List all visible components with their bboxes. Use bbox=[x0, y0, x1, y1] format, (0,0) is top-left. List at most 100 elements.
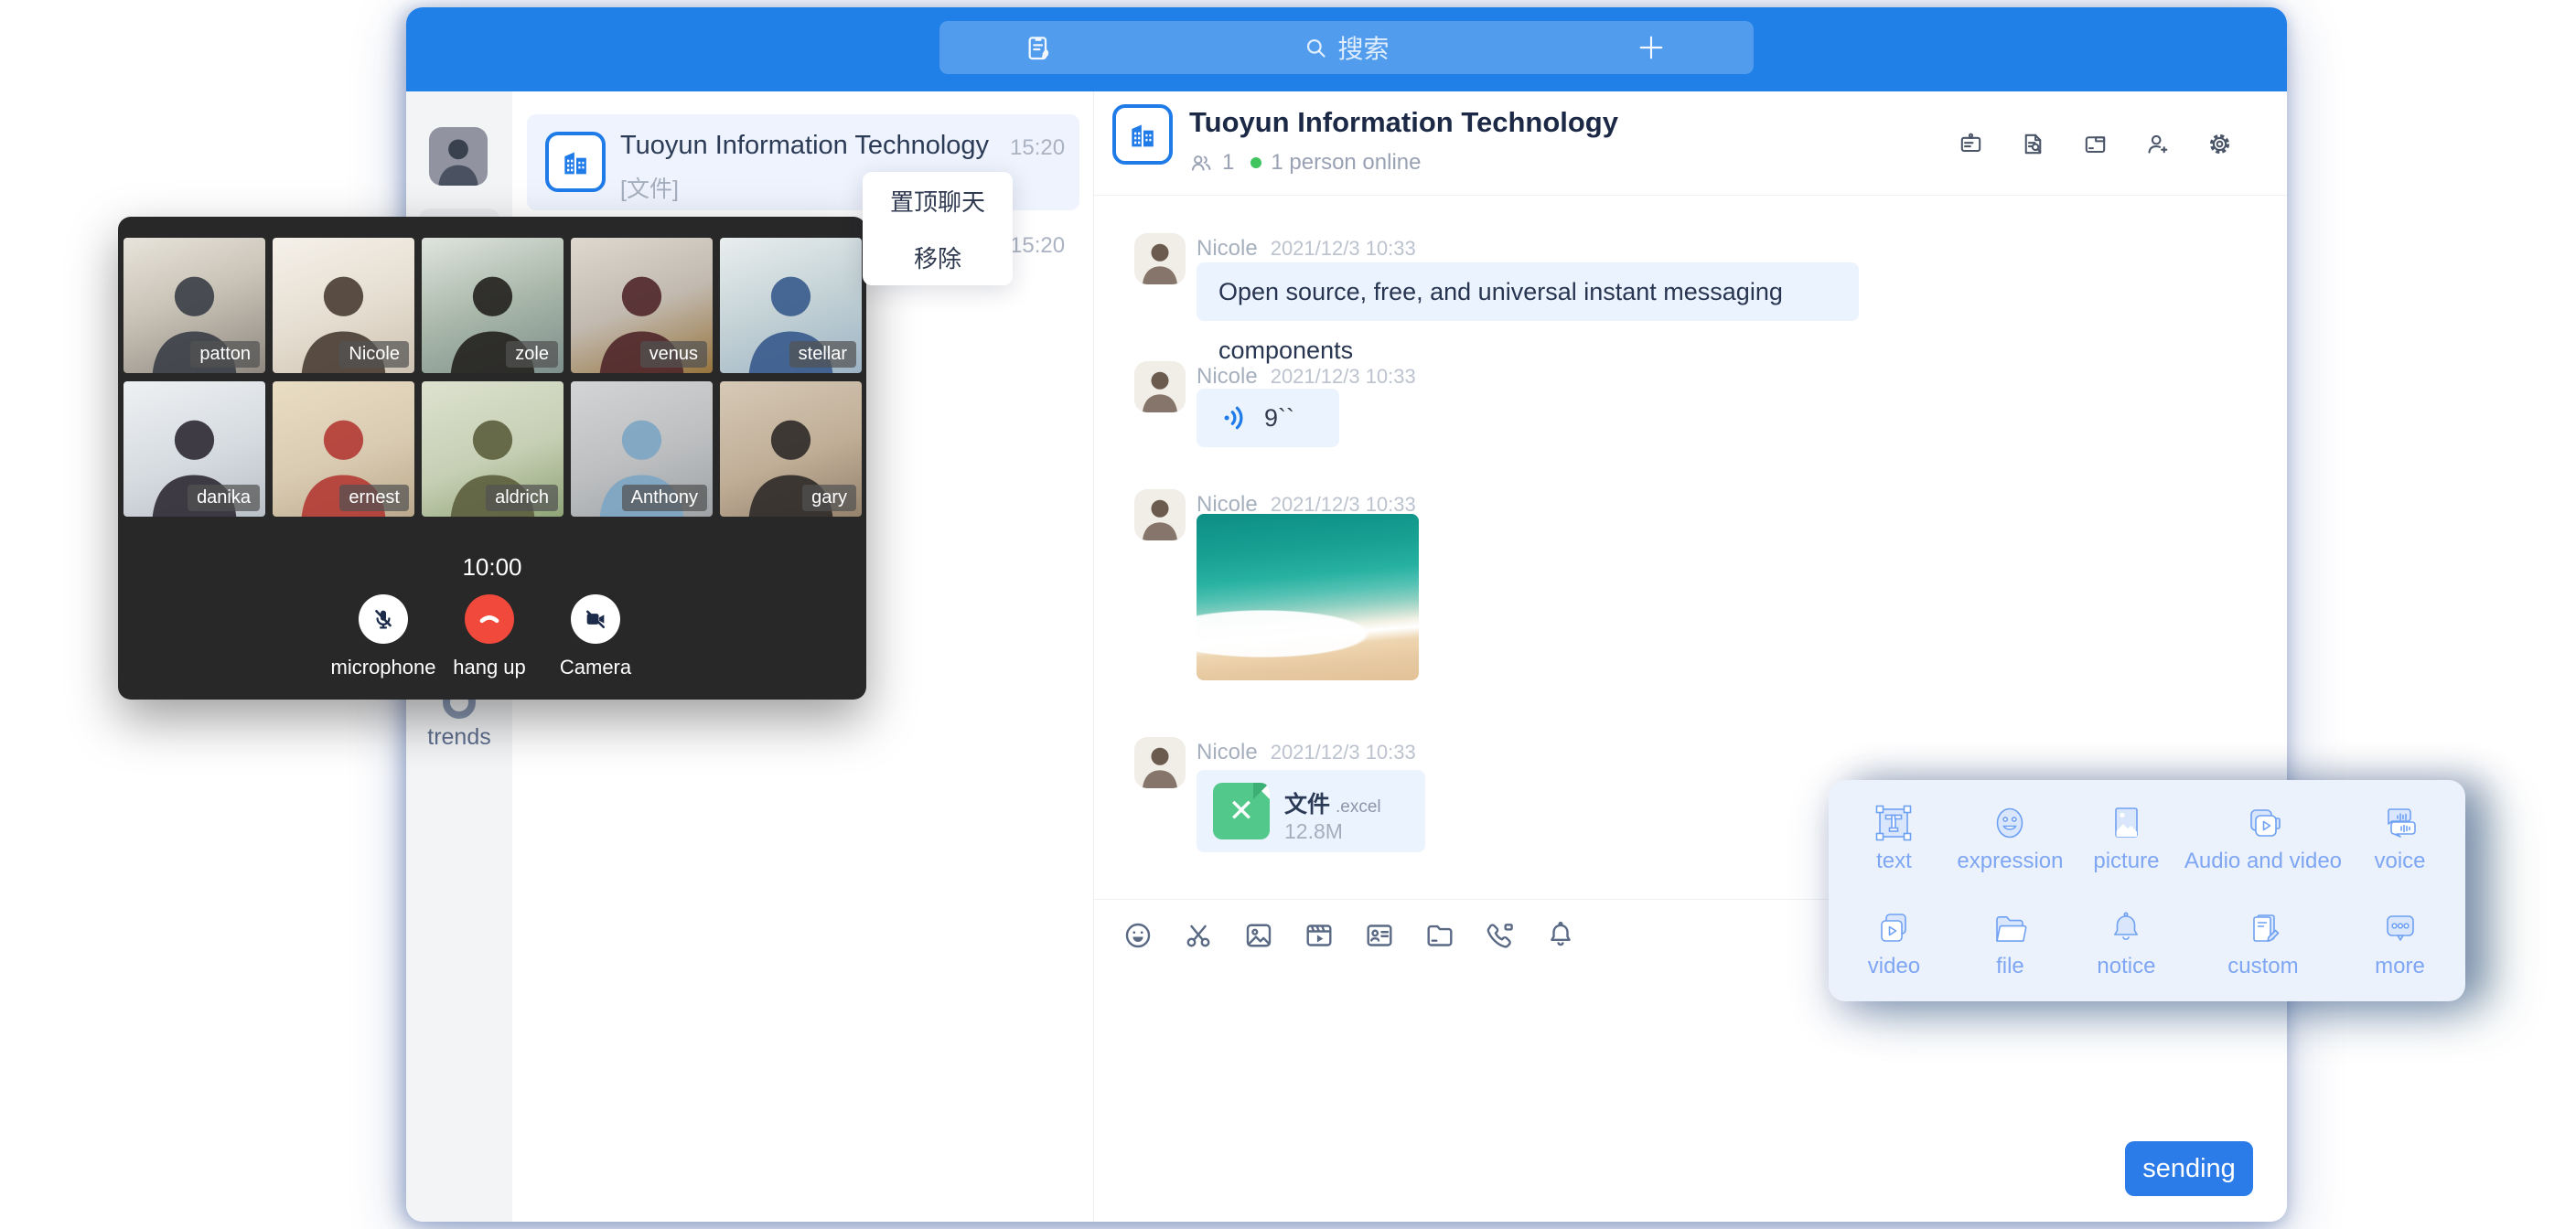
sender-avatar[interactable] bbox=[1134, 233, 1186, 284]
custom-icon bbox=[2242, 907, 2284, 949]
participant-tile[interactable]: ernest bbox=[273, 381, 414, 517]
conversation-title: Tuoyun Information Technology bbox=[620, 131, 989, 161]
voice-wave-icon bbox=[1220, 402, 1251, 433]
emoji-icon[interactable] bbox=[1122, 919, 1154, 952]
video-call-icon[interactable] bbox=[1484, 919, 1517, 952]
chat-header-actions bbox=[1957, 130, 2234, 158]
panel-item-picture[interactable]: picture bbox=[2068, 802, 2184, 896]
video-clapper-icon[interactable] bbox=[1303, 919, 1336, 952]
more-icon bbox=[2379, 907, 2421, 949]
participant-tile[interactable]: aldrich bbox=[422, 381, 564, 517]
conversation-last-message: [文件] bbox=[620, 171, 679, 204]
image-message-beach[interactable] bbox=[1197, 514, 1419, 680]
camera-label: Camera bbox=[560, 656, 631, 679]
sender-name: Nicole bbox=[1197, 236, 1258, 262]
voice-duration: 9`` bbox=[1264, 404, 1294, 433]
sender-avatar[interactable] bbox=[1134, 361, 1186, 412]
chat-history-search-icon[interactable] bbox=[2019, 130, 2047, 158]
message-meta: Nicole 2021/12/3 10:33 bbox=[1197, 236, 1416, 262]
search-bar[interactable]: 搜索 bbox=[939, 21, 1754, 74]
announcement-icon[interactable] bbox=[1957, 130, 1985, 158]
search-placeholder: 搜索 bbox=[1337, 29, 1389, 66]
expression-icon bbox=[1989, 802, 2031, 844]
participant-tile[interactable]: patton bbox=[123, 238, 265, 373]
add-member-icon[interactable] bbox=[2143, 130, 2172, 158]
members-icon bbox=[1189, 151, 1213, 175]
participant-tile[interactable]: gary bbox=[720, 381, 862, 517]
conversation-time: 15:20 bbox=[1010, 135, 1065, 161]
file-panel-icon bbox=[1989, 907, 2031, 949]
search-field[interactable]: 搜索 bbox=[939, 21, 1754, 74]
participant-name: zole bbox=[506, 341, 558, 368]
participant-tile[interactable]: Anthony bbox=[571, 381, 713, 517]
file-archive-icon[interactable] bbox=[2081, 130, 2109, 158]
my-avatar[interactable] bbox=[429, 127, 488, 186]
file-ext: .excel bbox=[1336, 797, 1381, 817]
panel-item-notice[interactable]: notice bbox=[2068, 907, 2184, 1001]
hangup-label: hang up bbox=[453, 656, 526, 679]
member-count: 1 bbox=[1222, 150, 1234, 176]
participant-tile[interactable]: venus bbox=[571, 238, 713, 373]
bell-icon[interactable] bbox=[1544, 919, 1577, 952]
microphone-label: microphone bbox=[331, 656, 436, 679]
panel-item-file[interactable]: file bbox=[1952, 907, 2068, 1001]
panel-item-video[interactable]: video bbox=[1836, 907, 1952, 1001]
file-size: 12.8M bbox=[1284, 819, 1343, 844]
conversation2-time: 15:20 bbox=[1010, 233, 1065, 259]
chat-panel: Tuoyun Information Technology 1 1 person… bbox=[1094, 91, 2287, 1222]
chat-title: Tuoyun Information Technology bbox=[1189, 106, 1618, 139]
screenshot-scissors-icon[interactable] bbox=[1182, 919, 1215, 952]
microphone-control[interactable]: microphone bbox=[333, 594, 434, 679]
hangup-control[interactable]: hang up bbox=[439, 594, 540, 679]
call-timer: 10:00 bbox=[118, 553, 866, 582]
video-call-overlay: patton Nicole zole venus stellar danika … bbox=[118, 217, 866, 700]
message-time: 2021/12/3 10:33 bbox=[1271, 741, 1416, 764]
camera-muted-icon bbox=[583, 606, 608, 632]
sender-avatar[interactable] bbox=[1134, 737, 1186, 788]
participant-tile[interactable]: stellar bbox=[720, 238, 862, 373]
participant-tile[interactable]: zole bbox=[422, 238, 564, 373]
building-icon bbox=[557, 144, 594, 180]
message-type-panel: text expression picture Audio and video bbox=[1829, 780, 2465, 1001]
panel-item-text[interactable]: text bbox=[1836, 802, 1952, 896]
excel-file-icon: ✕ bbox=[1213, 783, 1270, 839]
participant-name: stellar bbox=[789, 341, 856, 368]
message-time: 2021/12/3 10:33 bbox=[1271, 237, 1416, 261]
conversation-context-menu: 置顶聊天 移除 bbox=[863, 172, 1013, 285]
text-message-bubble[interactable]: Open source, free, and universal instant… bbox=[1197, 262, 1859, 321]
audio-video-icon bbox=[2242, 802, 2284, 844]
menu-item-pin-chat[interactable]: 置顶聊天 bbox=[863, 172, 1013, 229]
folder-icon[interactable] bbox=[1423, 919, 1456, 952]
picture-icon[interactable] bbox=[1242, 919, 1275, 952]
file-message-bubble[interactable]: ✕ 文件.excel 12.8M bbox=[1197, 770, 1425, 852]
panel-item-audio-video[interactable]: Audio and video bbox=[2184, 802, 2342, 896]
participant-name: venus bbox=[640, 341, 707, 368]
participant-tile[interactable]: danika bbox=[123, 381, 265, 517]
sender-avatar[interactable] bbox=[1134, 489, 1186, 540]
settings-gear-icon[interactable] bbox=[2206, 130, 2234, 158]
hangup-icon bbox=[476, 605, 503, 633]
panel-item-custom[interactable]: custom bbox=[2184, 907, 2342, 1001]
voice-message-bubble[interactable]: 9`` bbox=[1197, 389, 1339, 447]
participant-name: gary bbox=[802, 485, 856, 511]
menu-item-remove[interactable]: 移除 bbox=[863, 229, 1013, 285]
participant-tile[interactable]: Nicole bbox=[273, 238, 414, 373]
participant-name: aldrich bbox=[486, 485, 558, 511]
search-icon bbox=[1304, 36, 1328, 60]
participant-name: danika bbox=[188, 485, 260, 511]
panel-item-voice[interactable]: voice bbox=[2342, 802, 2458, 896]
sender-name: Nicole bbox=[1197, 740, 1258, 765]
panel-item-expression[interactable]: expression bbox=[1952, 802, 2068, 896]
sidebar-item-trends[interactable]: trends bbox=[406, 724, 512, 751]
camera-control[interactable]: Camera bbox=[545, 594, 646, 679]
message-meta: Nicole 2021/12/3 10:33 bbox=[1197, 740, 1416, 765]
participant-name: Nicole bbox=[339, 341, 409, 368]
mic-muted-icon bbox=[370, 606, 396, 632]
panel-item-more[interactable]: more bbox=[2342, 907, 2458, 1001]
picture-panel-icon bbox=[2105, 802, 2147, 844]
titlebar: 搜索 bbox=[406, 7, 2287, 91]
org-avatar bbox=[1112, 104, 1173, 165]
add-plus-icon[interactable] bbox=[1637, 33, 1666, 62]
send-button[interactable]: sending bbox=[2125, 1141, 2253, 1196]
contact-card-icon[interactable] bbox=[1363, 919, 1396, 952]
